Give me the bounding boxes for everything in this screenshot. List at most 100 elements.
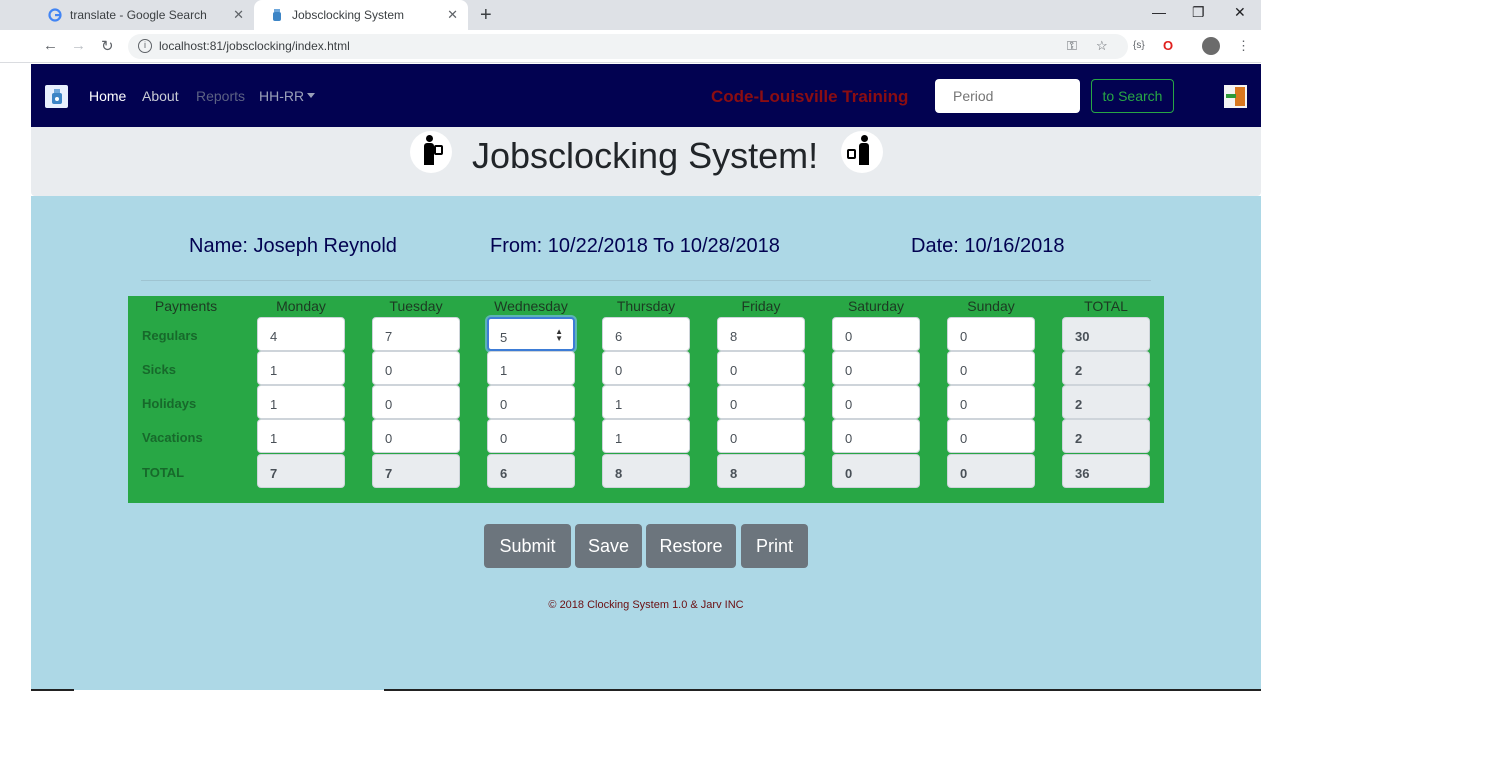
hours-input-thursday[interactable]: 0 [602,351,690,385]
hours-input-sunday[interactable]: 0 [947,385,1035,419]
hours-input-monday[interactable]: 1 [257,385,345,419]
cell-value: 1 [615,397,623,412]
hours-input-friday[interactable]: 0 [717,419,805,453]
cell-value: 8 [730,466,738,481]
jumbotron: Jobsclocking System! [31,127,1261,196]
divider [141,280,1151,281]
cell-value: 0 [845,363,853,378]
hours-input-thursday[interactable]: 6 [602,317,690,351]
worker-left-icon [410,131,452,173]
info-icon[interactable]: i [138,39,152,53]
hours-input-monday[interactable]: 1 [257,419,345,453]
cell-value: 0 [960,363,968,378]
cell-value: 8 [615,466,623,481]
cell-value: 0 [385,397,393,412]
cell-value: 6 [615,329,623,344]
cell-value: 0 [500,397,508,412]
exit-icon[interactable] [1224,85,1247,108]
restore-icon[interactable]: ❐ [1192,4,1205,21]
column-header-total: TOTAL [1084,298,1128,314]
hours-input-saturday[interactable]: 0 [832,385,920,419]
column-header-thursday: Thursday [616,298,676,314]
new-tab-icon[interactable]: + [480,4,492,27]
cell-value: 0 [385,431,393,446]
bottom-edge [31,689,74,691]
hours-input-wednesday[interactable]: 0 [487,419,575,453]
key-icon[interactable]: ⚿ [1067,38,1077,54]
bottom-edge [384,689,1261,691]
hours-input-friday[interactable]: 0 [717,351,805,385]
cell-value: 0 [960,397,968,412]
address-bar[interactable]: i localhost:81/jobsclocking/index.html [128,34,1128,59]
hours-input-monday[interactable]: 4 [257,317,345,351]
opera-icon[interactable]: O [1163,38,1173,53]
cell-value: 6 [500,466,508,481]
column-header-payments: Payments [154,298,218,314]
hours-input-saturday[interactable]: 0 [832,317,920,351]
search-button[interactable]: to Search [1091,79,1174,113]
hours-input-tuesday[interactable]: 0 [372,385,460,419]
brand-logo-icon[interactable] [45,85,68,108]
hours-input-friday[interactable]: 8 [717,317,805,351]
close-tab-icon[interactable]: ✕ [233,7,244,23]
cell-value: 5 [500,330,508,345]
cell-value: 0 [845,397,853,412]
hours-input-sunday[interactable]: 0 [947,317,1035,351]
day-total-sunday: 0 [947,454,1035,488]
cell-value: 0 [960,466,968,481]
close-tab-icon[interactable]: ✕ [447,7,458,23]
training-label: Code-Louisville Training [711,87,909,106]
hours-input-saturday[interactable]: 0 [832,351,920,385]
row-total: 2 [1062,351,1150,385]
current-date: Date: 10/16/2018 [911,235,1065,257]
cell-value: 0 [845,431,853,446]
minimize-icon[interactable]: — [1152,4,1166,20]
cell-value: 7 [270,466,278,481]
hours-input-thursday[interactable]: 1 [602,385,690,419]
hours-input-wednesday[interactable]: 0 [487,385,575,419]
browser-tab-google[interactable]: translate - Google Search ✕ [32,0,254,30]
browser-tab-jobsclocking[interactable]: Jobsclocking System ✕ [254,0,468,30]
restore-button[interactable]: Restore [646,524,736,568]
cell-value: 1 [270,397,278,412]
hours-input-wednesday[interactable]: 1 [487,351,575,385]
back-icon[interactable]: ← [43,37,58,54]
print-button[interactable]: Print [741,524,808,568]
forward-icon[interactable]: → [71,37,86,54]
hours-input-saturday[interactable]: 0 [832,419,920,453]
cell-value: 1 [270,431,278,446]
period-search-input[interactable] [935,79,1080,113]
hours-input-tuesday[interactable]: 0 [372,419,460,453]
nav-hh-rr-dropdown[interactable]: HH-RR [259,88,316,104]
save-button[interactable]: Save [575,524,642,568]
row-total: 30 [1062,317,1150,351]
extension-icon[interactable]: {s} [1133,40,1145,51]
profile-avatar[interactable] [1202,37,1220,55]
hours-input-tuesday[interactable]: 7 [372,317,460,351]
cell-value: 0 [845,466,853,481]
hours-input-sunday[interactable]: 0 [947,351,1035,385]
hours-input-thursday[interactable]: 1 [602,419,690,453]
hours-input-wednesday[interactable]: 5 ▲ ▼ [487,317,575,351]
nav-about[interactable]: About [142,88,179,104]
star-icon[interactable]: ☆ [1096,38,1108,54]
cell-value: 0 [615,363,623,378]
close-window-icon[interactable]: ✕ [1234,4,1246,21]
hours-input-friday[interactable]: 0 [717,385,805,419]
reload-icon[interactable]: ↻ [101,37,114,55]
cell-value: 0 [960,431,968,446]
cell-value: 8 [730,329,738,344]
nav-home[interactable]: Home [89,88,126,104]
spinner-arrows-icon[interactable]: ▲ ▼ [555,328,563,343]
worker-right-icon [841,131,883,173]
day-total-thursday: 8 [602,454,690,488]
hours-input-tuesday[interactable]: 0 [372,351,460,385]
exit-door [1235,87,1245,106]
hours-input-monday[interactable]: 1 [257,351,345,385]
submit-button[interactable]: Submit [484,524,571,568]
nav-hh-rr-label: HH-RR [259,88,305,104]
row-label-sicks: Sicks [142,362,176,377]
menu-icon[interactable]: ⋮ [1237,38,1250,54]
hours-input-sunday[interactable]: 0 [947,419,1035,453]
nav-reports[interactable]: Reports [196,88,245,104]
